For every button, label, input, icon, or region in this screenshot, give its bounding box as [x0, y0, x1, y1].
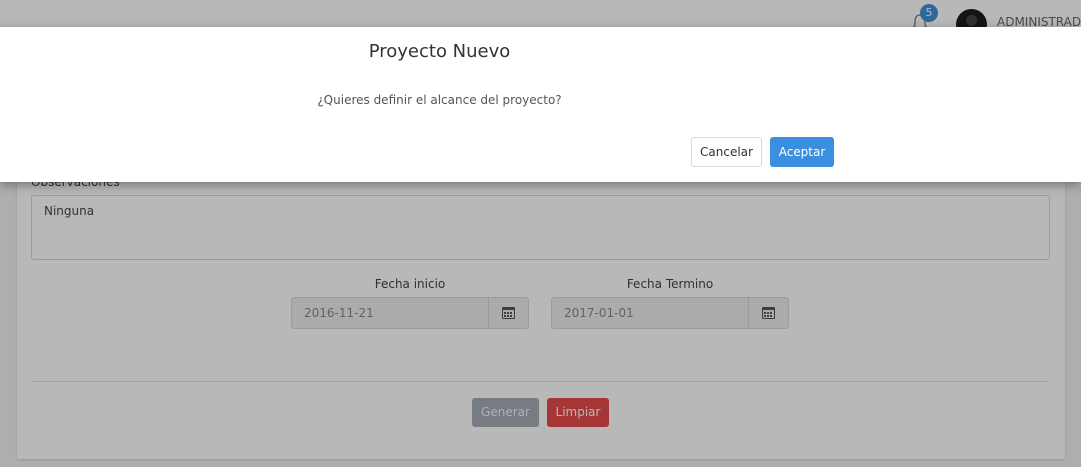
- cancel-button[interactable]: Cancelar: [691, 137, 762, 167]
- new-project-dialog: Proyecto Nuevo ¿Quieres definir el alcan…: [0, 27, 1081, 182]
- dialog-title: Proyecto Nuevo: [368, 41, 511, 62]
- dialog-message: ¿Quieres definir el alcance del proyecto…: [317, 93, 562, 107]
- accept-button[interactable]: Aceptar: [770, 137, 834, 167]
